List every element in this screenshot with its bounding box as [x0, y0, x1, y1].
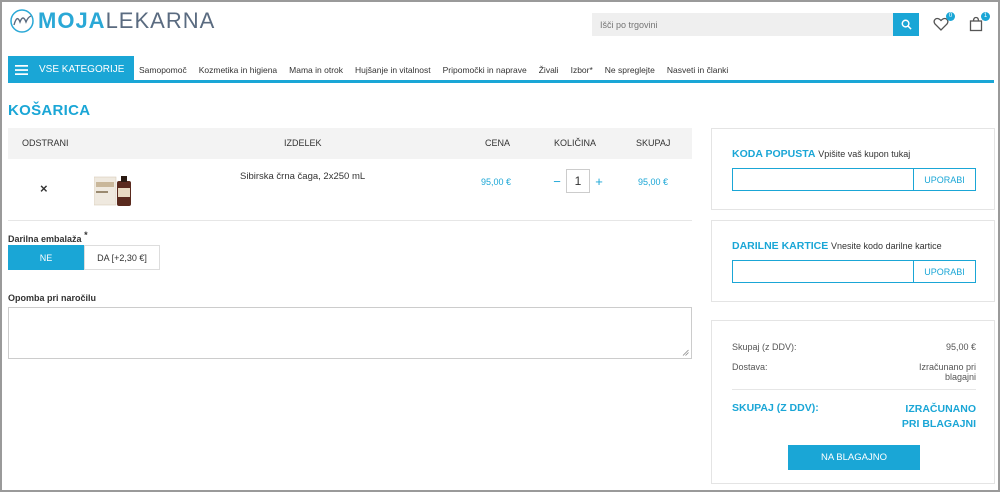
nav-item-pripomocki[interactable]: Pripomočki in naprave [443, 65, 527, 75]
coupon-code-input[interactable] [733, 169, 913, 190]
apply-coupon-button[interactable]: UPORABI [913, 169, 975, 190]
cart-button[interactable]: 1 [968, 12, 990, 34]
product-name-link[interactable]: Sibirska črna čaga, 2x250 mL [240, 171, 365, 182]
checkout-button[interactable]: NA BLAGAJNO [788, 445, 920, 470]
apply-giftcard-button[interactable]: UPORABI [913, 261, 975, 282]
order-note-textarea[interactable] [8, 307, 692, 359]
required-marker: * [84, 230, 88, 240]
subtotal-label: Skupaj (z DDV): [732, 342, 797, 352]
cart-count-badge: 1 [981, 12, 990, 21]
search-button[interactable] [893, 13, 919, 36]
column-header-price: CENA [485, 138, 511, 148]
quantity-stepper: − 1 + [548, 169, 608, 193]
all-categories-button[interactable]: VSE KATEGORIJE [8, 56, 134, 83]
main-nav: VSE KATEGORIJE Samopomoč Kozmetika in hi… [8, 56, 994, 83]
nav-item-izbor[interactable]: Izbor* [571, 65, 593, 75]
wishlist-count-badge: 0 [946, 12, 955, 21]
column-header-remove: ODSTRANI [22, 138, 69, 148]
product-price: 95,00 € [481, 177, 512, 187]
search-icon [901, 19, 912, 30]
grand-total-value: IZRAČUNANO PRI BLAGAJNI [901, 403, 976, 430]
quantity-input[interactable]: 1 [566, 169, 590, 193]
nav-item-nasveti[interactable]: Nasveti in članki [667, 65, 728, 75]
giftcard-form: UPORABI [732, 260, 976, 283]
shipping-value: Izračunano pri blagajni [918, 362, 976, 382]
logo-text: MOJALEKARNA [38, 8, 216, 33]
product-row-total: 95,00 € [638, 177, 669, 187]
resize-handle-icon[interactable] [682, 349, 689, 356]
coupon-title: KODA POPUSTA Vpišite vaš kupon tukaj [732, 148, 911, 160]
column-header-quantity: KOLIČINA [554, 138, 597, 148]
grand-total-row: SKUPAJ (Z DDV): IZRAČUNANO PRI BLAGAJNI [732, 402, 976, 430]
logo-mark-icon [10, 9, 34, 33]
gift-wrap-options: NE DA [+2,30 €] [8, 245, 160, 270]
nav-item-hujsanje[interactable]: Hujšanje in vitalnost [355, 65, 431, 75]
quantity-decrease-button[interactable]: − [548, 174, 566, 189]
coupon-form: UPORABI [732, 168, 976, 191]
search-bar [592, 13, 919, 36]
grand-total-label: SKUPAJ (Z DDV): [732, 402, 819, 414]
nav-item-samopomoc[interactable]: Samopomoč [139, 65, 187, 75]
hamburger-menu-icon [15, 64, 28, 75]
subtotal-row: Skupaj (z DDV): 95,00 € [732, 342, 976, 352]
column-header-total: SKUPAJ [636, 138, 671, 148]
giftcard-title: DARILNE KARTICE Vnesite kodo darilne kar… [732, 240, 942, 252]
nav-item-kozmetika[interactable]: Kozmetika in higiena [199, 65, 277, 75]
shipping-label: Dostava: [732, 362, 768, 372]
column-header-product: IZDELEK [284, 138, 322, 148]
giftcard-code-input[interactable] [733, 261, 913, 282]
order-summary-panel: Skupaj (z DDV): 95,00 € Dostava: Izračun… [711, 320, 995, 484]
quantity-increase-button[interactable]: + [590, 174, 608, 189]
search-input[interactable] [592, 13, 893, 36]
nav-items: Samopomoč Kozmetika in higiena Mama in o… [139, 56, 740, 83]
subtotal-value: 95,00 € [945, 342, 976, 352]
product-thumbnail[interactable] [94, 173, 134, 209]
gift-wrap-label: Darilna embalaža * [8, 230, 88, 244]
cart-row: × Sibirska črna čaga, 2x250 mL 95,00 € −… [8, 159, 692, 221]
remove-item-button[interactable]: × [40, 181, 48, 196]
order-note-label: Opomba pri naročilu [8, 293, 97, 303]
shipping-row: Dostava: Izračunano pri blagajni [732, 362, 976, 390]
page-title: KOŠARICA [8, 102, 91, 119]
gift-wrap-no-option[interactable]: NE [8, 245, 84, 270]
gift-wrap-yes-option[interactable]: DA [+2,30 €] [84, 245, 160, 270]
site-logo[interactable]: MOJALEKARNA [9, 8, 215, 34]
nav-item-zivali[interactable]: Živali [539, 65, 559, 75]
nav-item-ne-spreglejte[interactable]: Ne spreglejte [605, 65, 655, 75]
coupon-panel: KODA POPUSTA Vpišite vaš kupon tukaj UPO… [711, 128, 995, 210]
nav-item-mama-in-otrok[interactable]: Mama in otrok [289, 65, 343, 75]
cart-table-header: ODSTRANI IZDELEK CENA KOLIČINA SKUPAJ [8, 128, 692, 159]
wishlist-button[interactable]: 0 [933, 12, 955, 34]
all-categories-label: VSE KATEGORIJE [39, 64, 125, 75]
giftcard-panel: DARILNE KARTICE Vnesite kodo darilne kar… [711, 220, 995, 302]
